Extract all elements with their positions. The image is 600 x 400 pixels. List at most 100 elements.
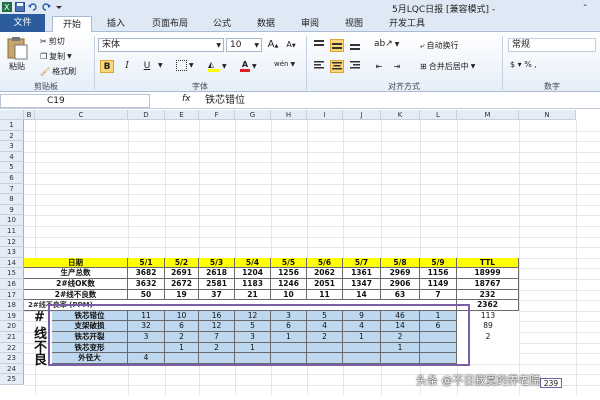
table-header-cell[interactable]: 5/9 xyxy=(420,257,457,269)
summary-cell[interactable]: 21 xyxy=(235,289,271,301)
summary-cell[interactable]: 1361 xyxy=(343,268,381,279)
summary-cell[interactable]: 1156 xyxy=(420,268,457,279)
wrap-text-button[interactable]: ⤶ 自动换行 xyxy=(420,40,458,51)
summary-cell[interactable]: 232 xyxy=(457,289,519,301)
summary-cell[interactable]: 10 xyxy=(271,289,307,301)
font-name-select[interactable]: 宋体 ▼ xyxy=(98,38,224,52)
row-header-10[interactable]: 10 xyxy=(0,215,24,226)
tab-formulas[interactable]: 公式 xyxy=(206,16,238,32)
function-icon[interactable]: fx xyxy=(182,94,191,104)
row-header-17[interactable]: 17 xyxy=(0,289,24,301)
merge-center-button[interactable]: ⊞ 合并后居中 ▼ xyxy=(420,61,475,72)
summary-cell[interactable]: 2691 xyxy=(165,268,199,279)
paste-button[interactable]: 粘贴 xyxy=(6,36,28,72)
table-header-cell[interactable]: 5/5 xyxy=(271,257,307,269)
align-bottom-button[interactable] xyxy=(348,39,362,52)
tab-file[interactable]: 文件 xyxy=(0,14,45,32)
row-header-24[interactable]: 24 xyxy=(0,363,24,375)
summary-cell[interactable]: 2672 xyxy=(165,279,199,290)
table-header-cell[interactable]: 5/6 xyxy=(307,257,343,269)
summary-cell[interactable]: 1246 xyxy=(271,279,307,290)
save-icon[interactable] xyxy=(15,2,25,12)
column-header-B[interactable]: B xyxy=(24,110,35,120)
table-header-cell[interactable]: 5/7 xyxy=(343,257,381,269)
worksheet-grid[interactable]: BCDEFGHIJKLMN 1 2 3 4 5 6 7 8 9 10 11 12 13 14 15 16 17 1… xyxy=(0,110,600,400)
tab-view[interactable]: 视图 xyxy=(338,16,370,32)
row-header-13[interactable]: 13 xyxy=(0,247,24,258)
row-header-12[interactable]: 12 xyxy=(0,236,24,248)
column-header-C[interactable]: C xyxy=(35,110,128,120)
summary-cell[interactable]: 11 xyxy=(307,289,343,301)
column-header-F[interactable]: F xyxy=(199,110,235,120)
summary-cell[interactable]: 3682 xyxy=(128,268,165,279)
column-header-L[interactable]: L xyxy=(420,110,457,120)
summary-cell[interactable]: 14 xyxy=(343,289,381,301)
summary-cell[interactable]: 3632 xyxy=(128,279,165,290)
tab-developer[interactable]: 开发工具 xyxy=(382,16,432,32)
name-box[interactable]: C19 xyxy=(0,94,150,108)
align-middle-button[interactable] xyxy=(330,39,344,52)
orientation-button[interactable]: ab↗ ▼ xyxy=(374,39,399,49)
summary-cell[interactable]: 2618 xyxy=(199,268,235,279)
row-header-5[interactable]: 5 xyxy=(0,162,24,173)
shrink-font-button[interactable]: A▼ xyxy=(284,38,298,51)
row-header-21[interactable]: 21 xyxy=(0,332,24,343)
summary-cell[interactable]: 50 xyxy=(128,289,165,301)
summary-cell[interactable]: 1347 xyxy=(343,279,381,290)
table-header-cell[interactable]: 5/1 xyxy=(128,257,165,269)
summary-cell[interactable]: 19 xyxy=(165,289,199,301)
column-header-M[interactable]: M xyxy=(457,110,519,120)
tab-home[interactable]: 开始 xyxy=(52,16,92,32)
summary-cell[interactable]: 2051 xyxy=(307,279,343,290)
table-header-cell[interactable]: TTL xyxy=(457,257,519,269)
row-header-18[interactable]: 18 xyxy=(0,300,24,311)
increase-indent-button[interactable]: ⇥ xyxy=(390,60,404,73)
undo-icon[interactable] xyxy=(28,2,38,12)
phonetic-button[interactable]: wén ▼ xyxy=(274,60,295,68)
copy-button[interactable]: ❐ 复制 ▼ xyxy=(40,51,72,62)
row-header-11[interactable]: 11 xyxy=(0,226,24,237)
summary-cell[interactable]: 2906 xyxy=(381,279,420,290)
tab-review[interactable]: 审阅 xyxy=(294,16,326,32)
summary-cell[interactable]: 2581 xyxy=(199,279,235,290)
summary-cell[interactable]: 63 xyxy=(381,289,420,301)
number-format-select[interactable]: 常规 xyxy=(508,38,596,52)
tab-insert[interactable]: 插入 xyxy=(98,16,134,32)
summary-cell[interactable]: 2062 xyxy=(307,268,343,279)
font-color-button[interactable]: A ▼ xyxy=(240,60,257,72)
bold-button[interactable]: B xyxy=(100,60,114,73)
column-header-I[interactable]: I xyxy=(307,110,343,120)
row-header-3[interactable]: 3 xyxy=(0,141,24,152)
column-header-E[interactable]: E xyxy=(165,110,199,120)
summary-row-label[interactable]: 2#线OK数 xyxy=(24,279,128,290)
underline-dropdown[interactable]: ▼ xyxy=(158,62,163,69)
table-header-cell[interactable]: 5/4 xyxy=(235,257,271,269)
summary-cell[interactable]: 1204 xyxy=(235,268,271,279)
grow-font-button[interactable]: A▲ xyxy=(266,38,280,51)
row-header-19[interactable]: 19 xyxy=(0,310,24,322)
summary-cell[interactable]: 1183 xyxy=(235,279,271,290)
align-right-button[interactable] xyxy=(348,60,362,73)
footer-total-cell[interactable]: 239 xyxy=(540,378,562,389)
summary-row-label[interactable]: 生产总数 xyxy=(24,268,128,279)
table-header-cell[interactable]: 5/3 xyxy=(199,257,235,269)
summary-cell[interactable]: 1149 xyxy=(420,279,457,290)
font-size-select[interactable]: 10 ▼ xyxy=(226,38,262,52)
summary-row-label[interactable]: 2#线不良数 xyxy=(24,289,128,301)
formula-input[interactable]: 铁芯错位 xyxy=(205,93,245,109)
column-header-K[interactable]: K xyxy=(381,110,420,120)
row-header-2[interactable]: 2 xyxy=(0,130,24,142)
column-header-J[interactable]: J xyxy=(343,110,381,120)
fill-color-button[interactable]: ◭ ▼ xyxy=(208,60,227,72)
align-left-button[interactable] xyxy=(312,60,326,73)
tab-data[interactable]: 数据 xyxy=(250,16,282,32)
row-header-23[interactable]: 23 xyxy=(0,353,24,364)
row-header-16[interactable]: 16 xyxy=(0,279,24,290)
align-top-button[interactable] xyxy=(312,39,326,52)
minimize-button[interactable]: - xyxy=(578,0,592,14)
italic-button[interactable]: I xyxy=(120,60,134,73)
column-header-G[interactable]: G xyxy=(235,110,271,120)
decrease-indent-button[interactable]: ⇤ xyxy=(372,60,386,73)
summary-cell[interactable]: 18767 xyxy=(457,279,519,290)
summary-cell[interactable]: 1256 xyxy=(271,268,307,279)
